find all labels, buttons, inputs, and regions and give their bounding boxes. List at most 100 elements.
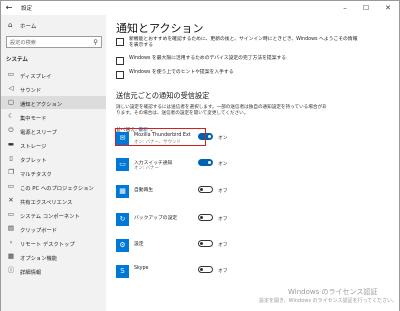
- search-icon: ⚲: [93, 38, 98, 46]
- checkbox-tips[interactable]: Windows を使う上でのヒントや提案を入手する: [116, 70, 386, 82]
- skype-icon: S: [116, 265, 129, 278]
- app-name: 設定: [134, 242, 144, 247]
- sidebar-item-notifications[interactable]: ▢ 通知とアクション: [1, 96, 106, 109]
- checkbox-box[interactable]: [116, 38, 124, 46]
- checkbox-welcome-experience[interactable]: 新機能とおすすめを確認するために、更新の後と、サインイン時にときどき、Windo…: [116, 37, 386, 49]
- sidebar-item-multitasking[interactable]: ❐ マルチタスク: [1, 166, 106, 179]
- home-icon: ⌂: [8, 21, 13, 29]
- toggle-knob: [200, 268, 203, 271]
- sidebar-item-label: ディスプレイ: [20, 74, 52, 80]
- sidebar-item-tablet[interactable]: ▯ タブレット: [1, 152, 106, 165]
- notification-toggle[interactable]: [198, 159, 213, 166]
- power-icon: ⏻: [8, 126, 14, 134]
- checkbox-setup-suggestions[interactable]: Windows を最大限に活用するためのデバイス設定の完了方法を提案する: [116, 56, 386, 68]
- sidebar-item-label: サウンド: [20, 88, 42, 94]
- app-row-skype[interactable]: S Skype オフ: [116, 265, 316, 287]
- senders-section-title: 送信元ごとの通知の受信設定: [116, 91, 210, 100]
- notification-toggle[interactable]: [198, 240, 213, 247]
- app-name: Skype: [134, 266, 149, 271]
- toggle-state-label: オフ: [218, 269, 228, 274]
- toggle-knob: [208, 161, 211, 164]
- maximize-button[interactable]: ☐: [356, 2, 376, 14]
- sidebar: ⌂ ホーム 設定の検索 ⚲ システム ▭ ディスプレイ ◁ サウンド ▢ 通知と…: [1, 15, 106, 311]
- toggle-knob: [208, 135, 211, 138]
- page-title: 通知とアクション: [116, 22, 204, 35]
- activation-watermark-title: Windows のライセンス認証: [288, 288, 378, 296]
- toggle-state-label: オン: [218, 162, 228, 167]
- notifications-icon: ▢: [7, 98, 15, 106]
- app-row-backup[interactable]: ↻ バックアップの設定 オフ: [116, 213, 316, 235]
- back-arrow-icon[interactable]: ←: [4, 3, 14, 13]
- app-row-input-switch[interactable]: ▭ 入力スイッチ通知 オン: バナー オン: [116, 158, 316, 180]
- close-button[interactable]: ✕: [378, 2, 398, 14]
- remote-desktop-icon: ›: [9, 238, 13, 246]
- storage-icon: ▬: [7, 140, 15, 148]
- minimize-button[interactable]: –: [335, 2, 355, 14]
- app-row-settings[interactable]: ⚙ 設定 オフ: [116, 239, 316, 261]
- window-title: 設定: [21, 6, 33, 12]
- clipboard-icon: ▤: [7, 224, 15, 232]
- checkbox-label: 新機能とおすすめを確認するために、更新の後と、サインイン時にときどき、Windo…: [129, 37, 358, 48]
- search-input[interactable]: 設定の検索 ⚲: [6, 36, 102, 48]
- sidebar-item-remote-desktop[interactable]: › リモート デスクトップ: [1, 236, 106, 249]
- toggle-state-label: オン: [218, 136, 228, 141]
- display-icon: ▭: [7, 70, 15, 78]
- sound-icon: ◁: [8, 84, 14, 92]
- toggle-knob: [200, 188, 203, 191]
- toggle-knob: [200, 242, 203, 245]
- backup-icon: ↻: [116, 213, 129, 226]
- sidebar-item-label: マルチタスク: [20, 172, 52, 178]
- highlight-annotation-box: [115, 128, 206, 146]
- sidebar-item-focus-assist[interactable]: ☾ 集中モード: [1, 110, 106, 123]
- tablet-icon: ▯: [9, 154, 13, 162]
- main-content: 通知とアクション 新機能とおすすめを確認するために、更新の後と、サインイン時にと…: [106, 15, 399, 311]
- sidebar-item-label: オプション機能: [20, 256, 58, 262]
- checkbox-box[interactable]: [116, 71, 124, 79]
- sidebar-item-components[interactable]: ▭ システム コンポーネント: [1, 208, 106, 221]
- sidebar-item-clipboard[interactable]: ▤ クリップボード: [1, 222, 106, 235]
- sidebar-item-label: 共有エクスペリエンス: [20, 200, 73, 206]
- sidebar-item-projection[interactable]: ▭ この PC へのプロジェクション: [1, 180, 106, 193]
- notification-toggle[interactable]: [198, 214, 213, 221]
- toggle-state-label: オフ: [218, 243, 228, 248]
- app-row-autoplay[interactable]: ▦ 自動再生 オフ: [116, 185, 316, 207]
- title-bar: ← 設定 – ☐ ✕: [1, 1, 399, 15]
- sidebar-item-label: タブレット: [20, 158, 47, 164]
- about-icon: ⓘ: [7, 266, 15, 274]
- sidebar-home[interactable]: ⌂ ホーム: [1, 18, 106, 32]
- sidebar-item-sound[interactable]: ◁ サウンド: [1, 82, 106, 95]
- sidebar-item-label: ストレージ: [20, 144, 47, 150]
- components-icon: ▭: [7, 210, 15, 218]
- sidebar-item-about[interactable]: ⓘ 詳細情報: [1, 264, 106, 277]
- app-name: 自動再生: [134, 188, 154, 193]
- sidebar-item-label: 通知とアクション: [20, 102, 63, 108]
- app-name: バックアップの設定: [134, 216, 178, 221]
- sidebar-item-power[interactable]: ⏻ 電源とスリープ: [1, 124, 106, 137]
- notification-toggle[interactable]: [198, 266, 213, 273]
- sidebar-item-storage[interactable]: ▬ ストレージ: [1, 138, 106, 151]
- sidebar-item-optional-features[interactable]: ▦ オプション機能: [1, 250, 106, 263]
- sidebar-item-label: システム コンポーネント: [20, 214, 80, 220]
- sidebar-item-label: リモート デスクトップ: [20, 242, 75, 248]
- sidebar-item-label: 集中モード: [20, 116, 47, 122]
- sidebar-section-title: システム: [6, 57, 28, 63]
- autoplay-icon: ▦: [116, 185, 129, 198]
- sidebar-item-label: 電源とスリープ: [20, 130, 57, 136]
- notification-toggle[interactable]: [198, 186, 213, 193]
- checkbox-box[interactable]: [116, 57, 124, 65]
- activation-watermark-subtitle: 設定を開き、Windows のライセンス認証を行ってください。: [259, 298, 398, 304]
- search-placeholder: 設定の検索: [10, 40, 36, 46]
- sidebar-item-label: クリップボード: [20, 228, 58, 234]
- toggle-state-label: オフ: [218, 189, 228, 194]
- app-subtitle: オン: バナー: [134, 166, 159, 171]
- checkbox-label: Windows を最大限に活用するためのデバイス設定の完了方法を提案する: [129, 56, 287, 61]
- toggle-knob: [200, 216, 203, 219]
- toggle-state-label: オフ: [218, 217, 228, 222]
- sidebar-item-display[interactable]: ▭ ディスプレイ: [1, 68, 106, 81]
- home-label: ホーム: [20, 24, 37, 30]
- sidebar-item-shared-experience[interactable]: ✕ 共有エクスペリエンス: [1, 194, 106, 207]
- checkbox-label: Windows を使う上でのヒントや提案を入手する: [129, 70, 234, 75]
- optional-features-icon: ▦: [7, 252, 15, 260]
- focus-assist-icon: ☾: [8, 112, 14, 120]
- settings-window: ← 設定 – ☐ ✕ ⌂ ホーム 設定の検索 ⚲ システム ▭ ディスプレイ ◁…: [0, 0, 400, 311]
